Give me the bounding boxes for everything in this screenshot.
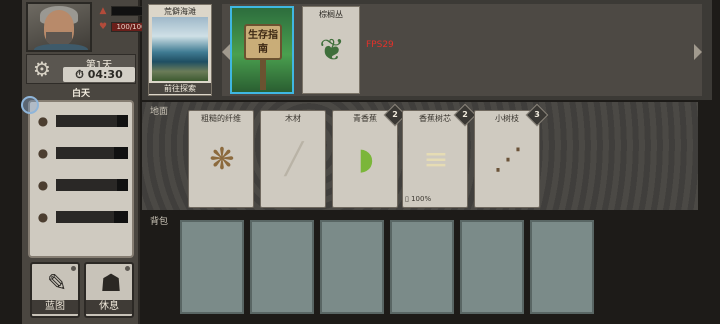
backpack-slot[interactable]: [250, 220, 314, 314]
stamina-icon: ●: [37, 178, 49, 192]
explore-button-label: 前往探索: [149, 83, 211, 94]
rest-bed-icon: ☗: [100, 269, 122, 297]
item-name: 木材: [285, 114, 301, 123]
heart-icon: ♥: [98, 22, 108, 32]
item-name: 粗糙的纤维: [201, 114, 241, 123]
food-icon: ●: [37, 114, 49, 128]
item-count: 3: [534, 110, 540, 119]
ground-item-card[interactable]: 小树枝 ⋰ 3: [474, 103, 549, 208]
banana-core-icon: ≡: [423, 142, 449, 177]
day-box: ⚙ 第1天 ⏱ 04:30: [26, 54, 136, 84]
portrait-body: [34, 44, 88, 50]
fiber-icon: ❋: [209, 142, 235, 177]
backpack-slot[interactable]: [460, 220, 524, 314]
water-drop-icon: ●: [37, 146, 49, 160]
rest-button[interactable]: ☗ 休息: [84, 262, 134, 318]
nav-left-arrow-icon[interactable]: [222, 44, 230, 60]
nav-right-arrow-icon[interactable]: [694, 44, 702, 60]
backpack-slot[interactable]: [530, 220, 594, 314]
status-bar: [56, 115, 128, 127]
beach-scene-image: [152, 17, 208, 81]
twigs-icon: ⋰: [493, 142, 523, 177]
ground-label: 地面: [150, 107, 169, 117]
location-card[interactable]: 荒僻海滩 前往探索: [148, 4, 212, 96]
status-row: ●: [36, 146, 128, 160]
status-row: ●: [36, 178, 128, 192]
explore-board: 生存指南 棕榈丛 ❦ FPS29: [222, 4, 702, 96]
status-card: ● ● ● ●: [28, 100, 134, 258]
blueprint-button[interactable]: ✎ 蓝图: [30, 262, 80, 318]
item-count: 2: [462, 110, 468, 119]
clock-time: 04:30: [87, 68, 123, 81]
status-bar: [56, 179, 128, 191]
survival-guide-card[interactable]: 生存指南: [230, 6, 294, 94]
clock-display: ⏱ 04:30: [63, 67, 135, 82]
status-row: ●: [36, 210, 128, 224]
wood-stick-icon: ╱: [284, 142, 304, 177]
blueprint-label: 蓝图: [32, 300, 78, 314]
fps-counter: FPS29: [366, 40, 394, 50]
ground-item-card[interactable]: 香蕉树芯 ≡ 2 ▯ 100%: [402, 103, 477, 208]
backpack-slot[interactable]: [320, 220, 384, 314]
plant-title: 棕榈丛: [319, 10, 343, 19]
gear-icon[interactable]: ⚙: [31, 58, 53, 80]
status-row: ●: [36, 114, 128, 128]
mood-icon: ●: [37, 210, 49, 224]
ground-item-card[interactable]: 粗糙的纤维 ❋: [188, 110, 254, 208]
palm-bush-icon: ❦: [319, 33, 345, 68]
guide-sign: 生存指南: [244, 24, 282, 60]
item-count: 2: [392, 110, 398, 119]
status-bar-fill: [113, 211, 128, 223]
stat-top-icon: ▲: [99, 6, 107, 16]
backpack-slot[interactable]: [180, 220, 244, 314]
blueprint-icon: ✎: [46, 269, 68, 297]
item-progress: ▯ 100%: [405, 195, 432, 203]
green-banana-icon: ◗: [358, 142, 374, 177]
ground-item-card[interactable]: 青香蕉 ◗ 2: [332, 103, 407, 208]
status-bar: [56, 211, 128, 223]
status-bar-fill: [117, 179, 128, 191]
backpack-label: 背包: [150, 217, 169, 227]
rest-label: 休息: [86, 300, 132, 314]
status-bar-fill: [113, 147, 128, 159]
status-bar: [56, 147, 128, 159]
character-panel: ▲ ♥ 100/100 ⚙ 第1天 ⏱ 04:30 白天 ● ● ● ● ✎ 蓝图 ☗…: [22, 0, 151, 324]
status-bar-fill: [117, 115, 128, 127]
overlay-touch-marker[interactable]: [21, 96, 39, 114]
character-portrait[interactable]: [26, 2, 92, 52]
palm-bush-card[interactable]: 棕榈丛 ❦: [302, 6, 360, 94]
backpack-slot[interactable]: [390, 220, 454, 314]
sign-post: [260, 58, 266, 90]
daypart-label: 白天: [71, 89, 90, 99]
location-strip: 荒僻海滩 前往探索 生存指南 棕榈丛 ❦ FPS29: [142, 0, 712, 100]
ground-item-card[interactable]: 木材 ╱: [260, 110, 326, 208]
location-title: 荒僻海滩: [164, 7, 196, 16]
